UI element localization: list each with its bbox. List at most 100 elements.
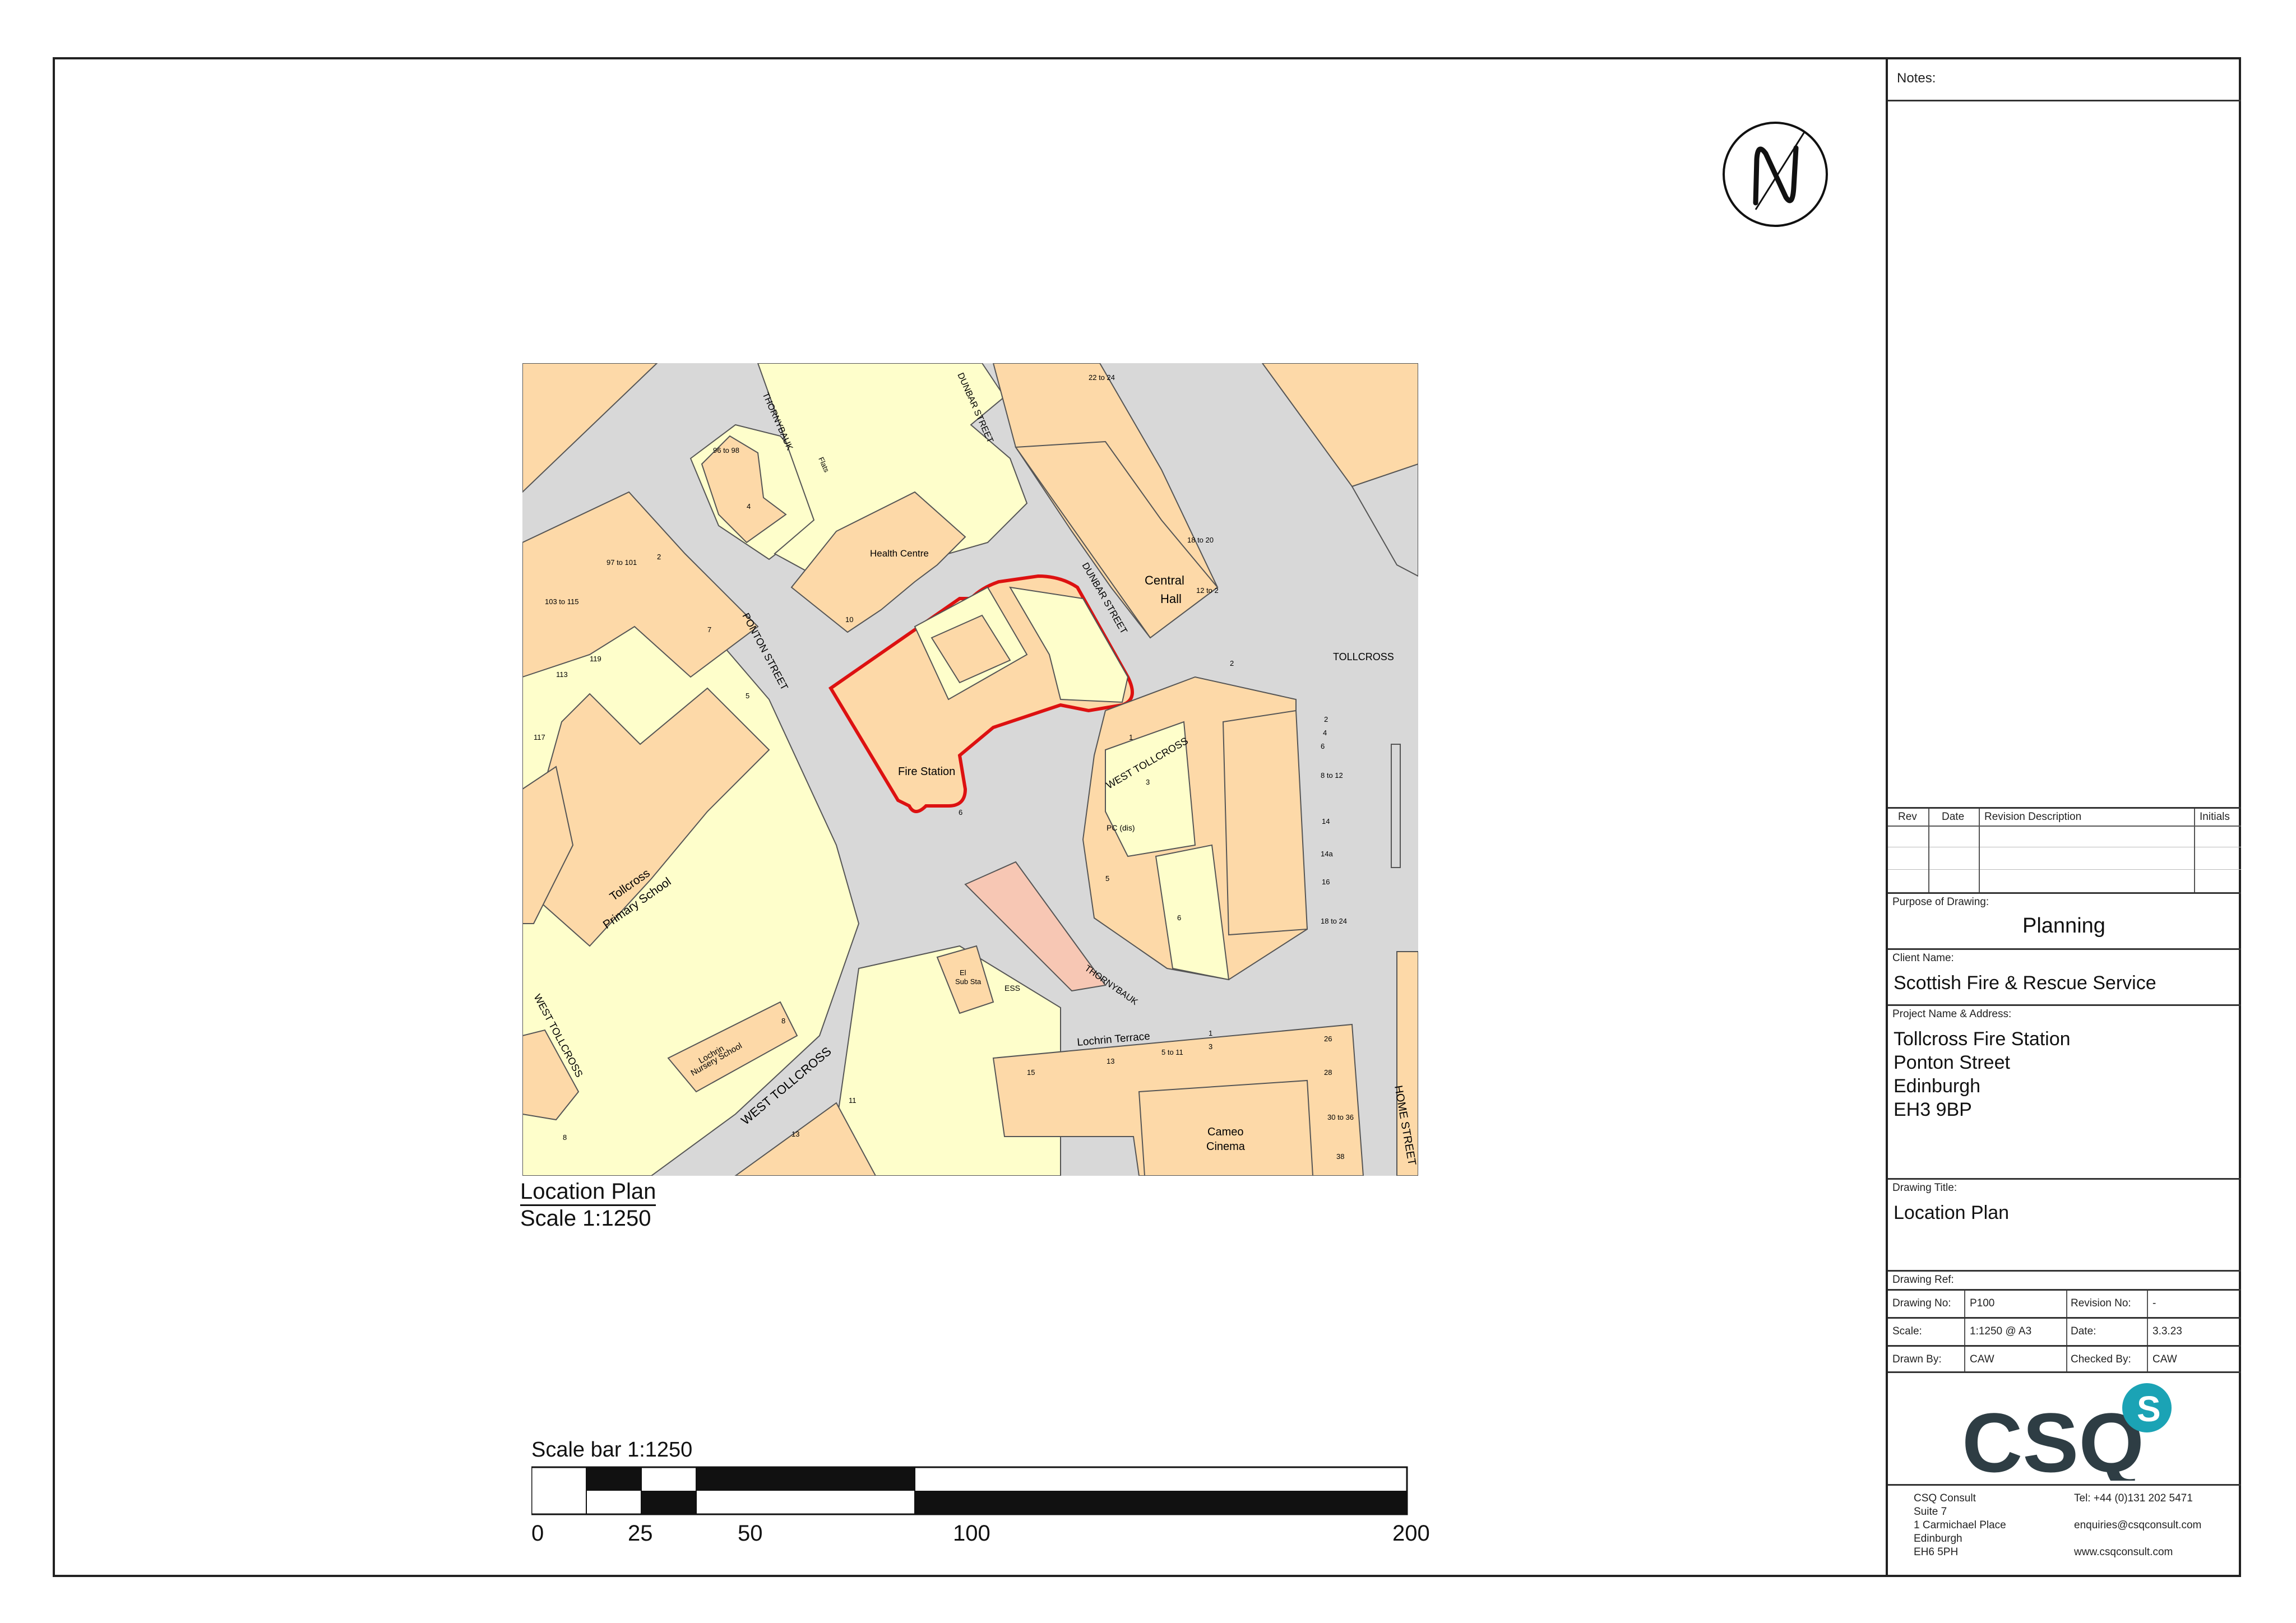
map-number: 113	[556, 670, 568, 679]
map-number: 97 to 101	[607, 558, 637, 567]
drawing-no-value: P100	[1970, 1297, 1995, 1309]
location-map: Fire Station Health Centre Central Hall …	[522, 363, 1418, 1176]
purpose-value: Planning	[2022, 914, 2105, 938]
map-number: 5	[1105, 874, 1109, 883]
company-web: www.csqconsult.com	[2074, 1546, 2173, 1558]
notes-divider	[1888, 100, 2241, 101]
map-number: 8 to 12	[1321, 771, 1343, 780]
company-address-2: Suite 7	[1914, 1506, 1947, 1518]
company-email: enquiries@csqconsult.com	[2074, 1519, 2202, 1531]
purpose-label: Purpose of Drawing:	[1892, 896, 1989, 908]
map-number: 5	[746, 692, 749, 700]
description-header: Revision Description	[1984, 811, 2082, 823]
map-number: 15	[1027, 1068, 1035, 1077]
map-number: 10	[845, 615, 853, 624]
label-cameo-2: Cinema	[1206, 1140, 1246, 1153]
rev-header: Rev	[1898, 811, 1917, 823]
map-number: 18 to 24	[1321, 917, 1347, 925]
drawing-no-row: Drawing No: P100 Revision No: -	[1888, 1289, 2241, 1317]
company-address-3: 1 Carmichael Place	[1914, 1519, 2006, 1531]
label-cameo-1: Cameo	[1207, 1126, 1243, 1138]
label-central-hall-1: Central	[1145, 573, 1184, 587]
project-line-1: Tollcross Fire Station	[1894, 1028, 2071, 1050]
scale-bar	[530, 1466, 1411, 1519]
map-number: 3	[1209, 1042, 1212, 1051]
checked-by-label: Checked By:	[2071, 1353, 2131, 1365]
company-tel: Tel: +44 (0)131 202 5471	[2074, 1492, 2193, 1504]
scale-tick-200: 200	[1392, 1521, 1430, 1546]
map-number: 11	[849, 1096, 857, 1105]
map-number: 22 to 24	[1089, 373, 1115, 382]
company-address-5: EH6 5PH	[1914, 1546, 1959, 1558]
map-number: 8	[781, 1017, 785, 1025]
map-number: 5 to 11	[1161, 1048, 1183, 1056]
drawn-by-row: Drawn By: CAW Checked By: CAW	[1888, 1345, 2241, 1373]
label-el: El	[960, 968, 966, 977]
map-number: 8	[563, 1133, 567, 1142]
map-number: 30 to 36	[1327, 1113, 1354, 1121]
map-number: 12 to 2	[1196, 586, 1219, 595]
project-line-2: Ponton Street	[1894, 1052, 2010, 1073]
label-health-centre: Health Centre	[870, 548, 929, 559]
map-number: 119	[590, 655, 601, 663]
drawn-by-label: Drawn By:	[1892, 1353, 1942, 1365]
scale-tick-50: 50	[738, 1521, 763, 1546]
company-section: CSQ Consult Suite 7 1 Carmichael Place E…	[1888, 1484, 2241, 1577]
drawing-no-label: Drawing No:	[1892, 1297, 1951, 1309]
scale-tick-25: 25	[628, 1521, 653, 1546]
logo-badge-text: S	[2137, 1389, 2161, 1429]
label-pc: PC (dis)	[1107, 823, 1135, 832]
north-arrow-icon	[1721, 120, 1830, 229]
plan-caption-title: Location Plan	[520, 1179, 656, 1206]
drawing-title-value: Location Plan	[1894, 1202, 2010, 1223]
scale-tick-0: 0	[531, 1521, 544, 1546]
client-label: Client Name:	[1892, 952, 1954, 964]
scale-label: Scale:	[1892, 1325, 1922, 1337]
logo-text: CSQ	[1962, 1395, 2144, 1481]
map-number: 1	[1209, 1029, 1212, 1037]
map-number: 2	[1324, 715, 1328, 724]
client-section: Client Name: Scottish Fire & Rescue Serv…	[1888, 948, 2241, 1004]
date-value: 3.3.23	[2152, 1325, 2182, 1337]
map-number: 38	[1336, 1152, 1344, 1161]
project-line-3: Edinburgh	[1894, 1075, 1981, 1097]
map-number: 28	[1324, 1068, 1332, 1077]
scale-tick-100: 100	[953, 1521, 990, 1546]
project-section: Project Name & Address: Tollcross Fire S…	[1888, 1004, 2241, 1178]
label-central-hall-2: Hall	[1160, 592, 1182, 606]
company-address-1: CSQ Consult	[1914, 1492, 1976, 1504]
map-number: 7	[707, 625, 711, 634]
map-number: 13	[791, 1130, 799, 1138]
notes-label: Notes:	[1897, 71, 1936, 86]
map-number: 2	[657, 553, 661, 561]
map-number: 14	[1322, 817, 1330, 826]
drawn-by-value: CAW	[1970, 1353, 1994, 1365]
map-number: 6	[1177, 913, 1181, 922]
client-value: Scottish Fire & Rescue Service	[1894, 972, 2156, 994]
drawing-title-section: Drawing Title: Location Plan	[1888, 1178, 2241, 1270]
map-number: 4	[1323, 729, 1327, 737]
project-label: Project Name & Address:	[1892, 1008, 2012, 1020]
date-header: Date	[1942, 811, 1965, 823]
initials-header: Initials	[2200, 811, 2230, 823]
csq-logo: CSQ S	[1962, 1380, 2175, 1490]
scale-value: 1:1250 @ A3	[1970, 1325, 2032, 1337]
drawing-ref-section: Drawing Ref:	[1888, 1270, 2241, 1289]
map-number: 13	[1107, 1057, 1114, 1065]
label-tollcross: TOLLCROSS	[1333, 651, 1394, 662]
date-label: Date:	[2071, 1325, 2096, 1337]
map-number: 6	[1321, 742, 1325, 750]
checked-by-value: CAW	[2152, 1353, 2177, 1365]
map-number: 18 to 20	[1187, 536, 1214, 544]
scale-row: Scale: 1:1250 @ A3 Date: 3.3.23	[1888, 1317, 2241, 1345]
map-number: 2	[1230, 659, 1234, 667]
map-number: 117	[534, 733, 545, 741]
map-number: 14a	[1321, 850, 1333, 858]
label-ess: ESS	[1004, 984, 1020, 993]
map-number: 6	[959, 808, 962, 817]
revision-table: Rev Date Revision Description Initials	[1888, 807, 2241, 892]
map-number: 4	[747, 502, 751, 511]
drawing-title-label: Drawing Title:	[1892, 1182, 1957, 1194]
project-line-4: EH3 9BP	[1894, 1099, 1972, 1120]
title-block: Notes: Rev Date Revision Description Ini…	[1886, 57, 2241, 1577]
